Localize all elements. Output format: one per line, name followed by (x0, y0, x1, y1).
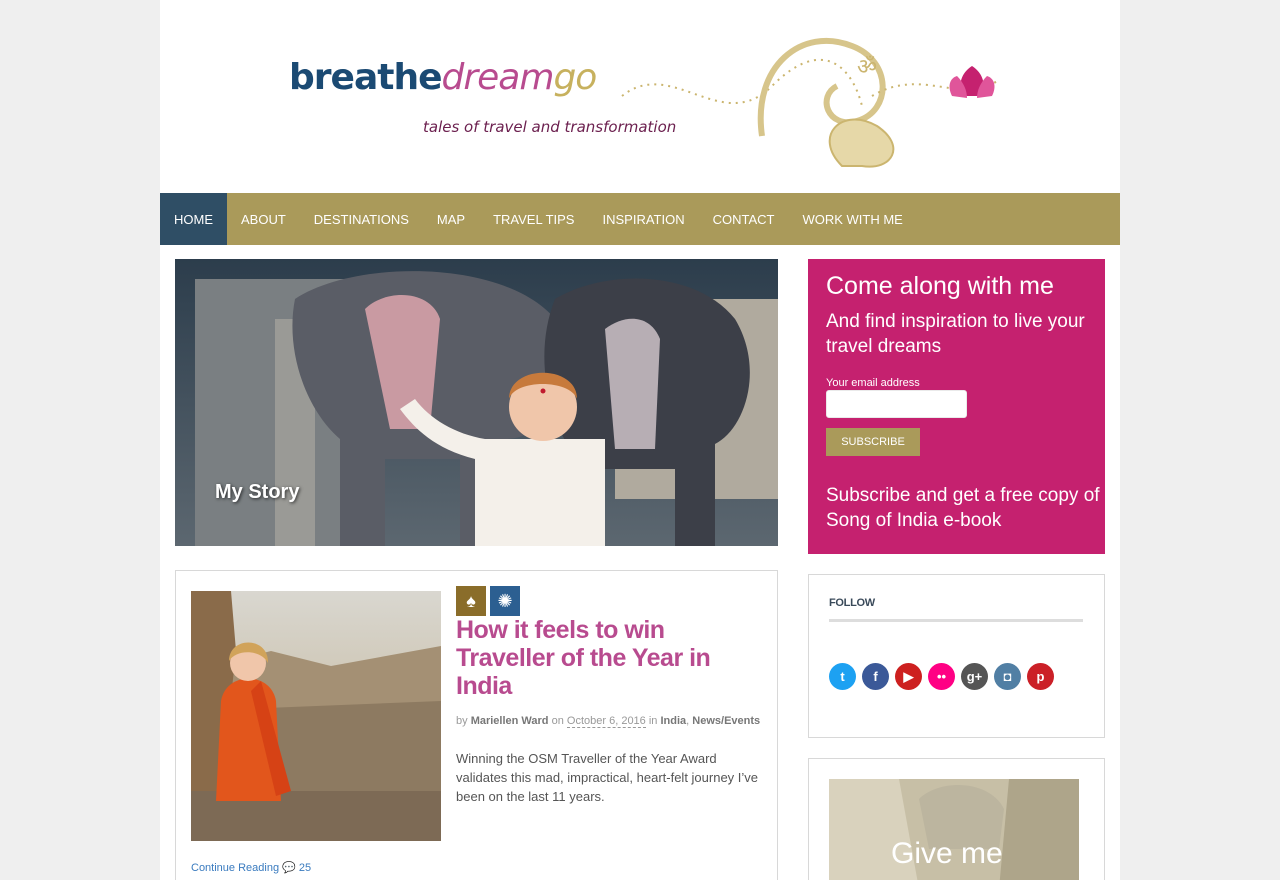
hero-caption[interactable]: My Story (215, 481, 299, 504)
follow-divider (829, 619, 1083, 622)
header-ornament: ॐ (621, 38, 998, 168)
nav-item-travel-tips[interactable]: TRAVEL TIPS (479, 193, 588, 245)
ganesh-icon[interactable]: ♠ (456, 586, 486, 616)
subscribe-button[interactable]: Subscribe (826, 428, 920, 456)
promo-widget: Give me (808, 758, 1105, 880)
post-meta-by: by (456, 715, 468, 727)
post-meta: by Mariellen Ward on October 6, 2016 in … (456, 715, 761, 728)
facebook-icon[interactable]: f (862, 663, 889, 690)
svg-text:ॐ: ॐ (857, 54, 877, 79)
nav-item-map[interactable]: MAP (423, 193, 479, 245)
subscribe-widget: Come along with me And find inspiration … (808, 259, 1105, 554)
post-date: October 6, 2016 (566, 715, 646, 728)
post-meta-in: in (648, 715, 658, 727)
promo-banner[interactable]: Give me (829, 779, 1079, 880)
flickr-icon[interactable]: •• (928, 663, 955, 690)
email-field[interactable] (826, 390, 967, 418)
comment-icon[interactable]: 💬 (282, 862, 296, 874)
site-logo[interactable]: breathedreamgo (289, 57, 597, 98)
mandala-icon[interactable]: ✺ (490, 586, 520, 616)
post-thumbnail-image (191, 591, 441, 841)
site-header: breathedreamgo tales of travel and trans… (160, 0, 1120, 193)
subscribe-title: Come along with me (826, 272, 1054, 300)
post-thumbnail[interactable] (191, 591, 441, 841)
pinterest-icon[interactable]: p (1027, 663, 1054, 690)
logo-word-dream: dream (441, 57, 555, 98)
twitter-icon[interactable]: t (829, 663, 856, 690)
nav-item-inspiration[interactable]: INSPIRATION (588, 193, 698, 245)
subscribe-subtitle: And find inspiration to live your travel… (826, 311, 1085, 357)
nav-item-destinations[interactable]: DESTINATIONS (300, 193, 423, 245)
logo-word-go: go (553, 57, 597, 98)
post-meta-on: on (551, 715, 564, 727)
post-author[interactable]: Mariellen Ward (471, 715, 549, 727)
nav-item-home[interactable]: HOME (160, 193, 227, 245)
hero-slider[interactable]: My Story (175, 259, 778, 546)
main-nav: HOME ABOUT DESTINATIONS MAP TRAVEL TIPS … (160, 193, 1120, 245)
post-title[interactable]: How it feels to win Traveller of the Yea… (456, 616, 756, 700)
page: breathedreamgo tales of travel and trans… (160, 0, 1120, 880)
logo-word-breathe: breathe (289, 57, 442, 98)
follow-widget: FOLLOW t f ▶ •• g+ ◘ p (808, 574, 1105, 738)
follow-title: FOLLOW (829, 597, 875, 609)
post-category-india[interactable]: India (660, 715, 686, 727)
lotus-icon (949, 66, 995, 98)
promo-text: Give me (891, 837, 1003, 870)
youtube-icon[interactable]: ▶ (895, 663, 922, 690)
post-card: ♠ ✺ How it feels to win Traveller of the… (175, 570, 778, 880)
post-footer: Continue Reading 💬 25 (191, 861, 311, 874)
nav-item-about[interactable]: ABOUT (227, 193, 300, 245)
post-category-news-events[interactable]: News/Events (692, 715, 760, 727)
continue-reading-link[interactable]: Continue Reading (191, 862, 279, 874)
post-excerpt: Winning the OSM Traveller of the Year Aw… (456, 751, 759, 804)
email-label: Your email address (826, 377, 920, 389)
nav-item-work-with-me[interactable]: WORK WITH ME (788, 193, 916, 245)
comment-count[interactable]: 25 (299, 862, 311, 874)
instagram-icon[interactable]: ◘ (994, 663, 1021, 690)
google-plus-icon[interactable]: g+ (961, 663, 988, 690)
subscribe-offer: Subscribe and get a free copy of Song of… (826, 485, 1100, 531)
nav-item-contact[interactable]: CONTACT (699, 193, 789, 245)
